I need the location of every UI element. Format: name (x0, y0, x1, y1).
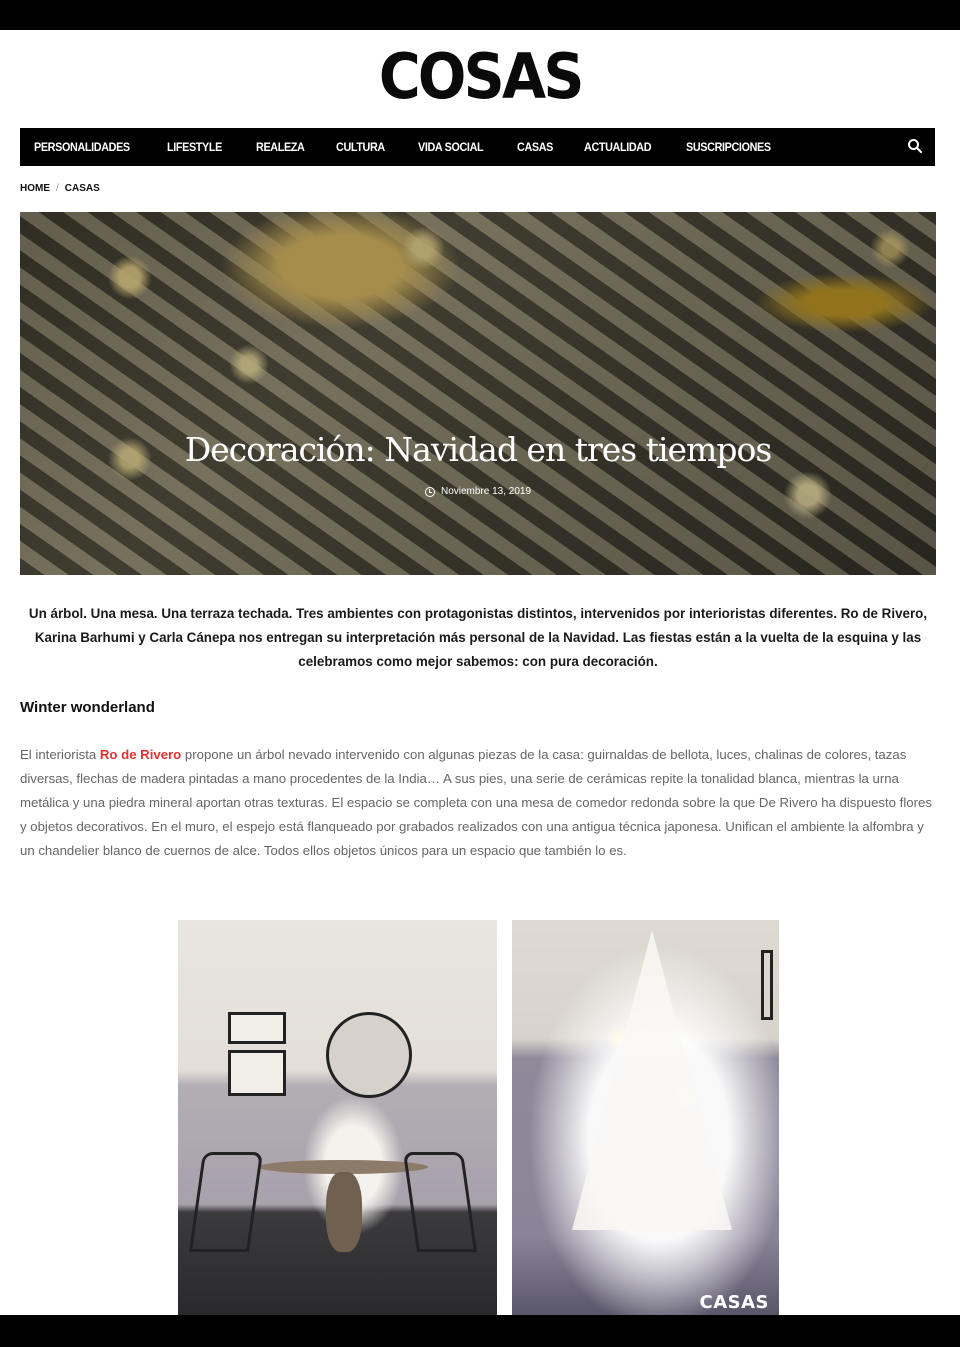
article-body: El interiorista Ro de Rivero propone un … (20, 743, 936, 863)
bottom-black-bar (0, 1315, 960, 1347)
breadcrumb: HOME / CASAS (20, 183, 100, 194)
clock-icon (424, 486, 435, 497)
gallery-photo-christmas-tree[interactable]: CASAS (512, 920, 779, 1315)
chair-right (402, 1152, 478, 1252)
nav-item-suscripciones[interactable]: SUSCRIPCIONES (686, 140, 771, 154)
breadcrumb-home[interactable]: HOME (20, 183, 50, 194)
article-intro: Un árbol. Una mesa. Una terraza techada.… (28, 606, 928, 669)
section-title: Winter wonderland (20, 699, 155, 716)
snowy-tree (572, 930, 732, 1230)
designer-link[interactable]: Ro de Rivero (100, 747, 181, 762)
nav-item-realeza[interactable]: REALEZA (256, 140, 305, 154)
fish-print-frame-2 (228, 1050, 286, 1096)
article-title: Decoración: Navidad en tres tiempos (184, 430, 773, 469)
gallery-photo-dining-room[interactable] (178, 920, 497, 1315)
nav-item-cultura[interactable]: CULTURA (336, 140, 385, 154)
article-date-text: Noviembre 13, 2019 (440, 486, 532, 497)
round-mirror (326, 1012, 412, 1098)
nav-item-vida-social[interactable]: VIDA SOCIAL (418, 140, 484, 154)
chair-left (188, 1152, 264, 1252)
wall-frame (761, 950, 773, 1020)
site-logo[interactable]: COSAS (0, 44, 960, 110)
breadcrumb-casas[interactable]: CASAS (65, 183, 100, 194)
body-prefix: El interiorista (20, 747, 100, 762)
casas-watermark: CASAS (699, 1292, 769, 1313)
main-nav: PERSONALIDADES LIFESTYLE REALEZA CULTURA… (20, 128, 935, 166)
logo-text[interactable]: COSAS (379, 44, 585, 110)
top-black-bar (0, 0, 960, 30)
hero-overlay (20, 212, 936, 575)
hero-image: Decoración: Navidad en tres tiempos Novi… (20, 212, 936, 575)
table-pedestal (326, 1172, 362, 1252)
nav-item-casas[interactable]: CASAS (517, 140, 553, 154)
nav-item-personalidades[interactable]: PERSONALIDADES (34, 140, 130, 154)
fish-print-frame (228, 1012, 286, 1044)
breadcrumb-separator: / (56, 183, 59, 194)
article-date: Noviembre 13, 2019 (20, 486, 936, 497)
nav-item-lifestyle[interactable]: LIFESTYLE (167, 140, 222, 154)
nav-item-actualidad[interactable]: ACTUALIDAD (584, 140, 652, 154)
search-icon[interactable] (907, 138, 923, 154)
body-rest: propone un árbol nevado intervenido con … (20, 747, 932, 858)
